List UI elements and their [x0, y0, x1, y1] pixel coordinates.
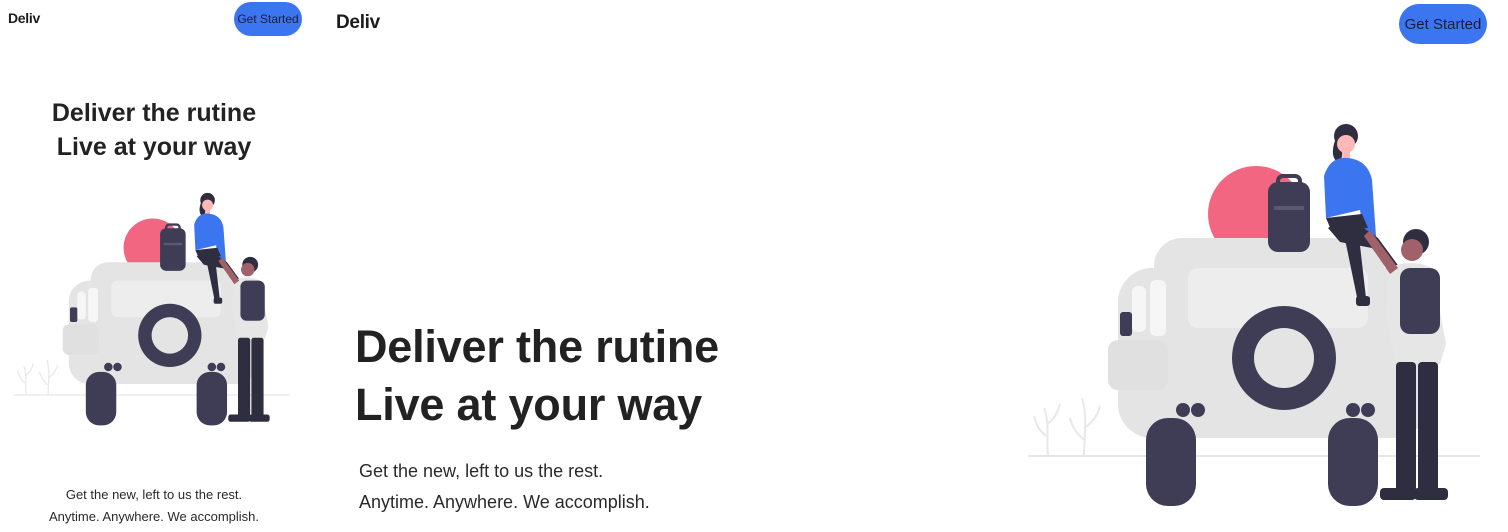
hero-illustration	[12, 180, 294, 442]
subtext-line-1: Get the new, left to us the rest.	[359, 461, 604, 481]
hero-headline: Deliver the rutine Live at your way	[355, 318, 719, 434]
logo[interactable]: Deliv	[8, 10, 40, 26]
headline-line-1: Deliver the rutine	[355, 321, 720, 372]
hero-subtext: Get the new, left to us the rest. Anytim…	[0, 484, 308, 528]
get-started-button[interactable]: Get Started	[234, 2, 302, 36]
logo[interactable]: Deliv	[336, 12, 380, 34]
subtext-line-1: Get the new, left to us the rest.	[65, 487, 243, 502]
desktop-view: Deliv Get Started Deliver the rutine Liv…	[320, 0, 1508, 532]
mobile-view: Deliv Get Started Deliver the rutine Liv…	[0, 0, 308, 532]
hero-illustration	[1026, 118, 1488, 518]
get-started-button[interactable]: Get Started	[1399, 4, 1487, 44]
hero-headline: Deliver the rutine Live at your way	[0, 96, 308, 164]
headline-line-2: Live at your way	[56, 133, 252, 161]
headline-line-1: Deliver the rutine	[51, 99, 257, 127]
people-on-jeep-illustration	[1026, 122, 1482, 508]
people-on-jeep-illustration	[12, 191, 291, 427]
hero-subtext: Get the new, left to us the rest. Anytim…	[359, 456, 650, 518]
subtext-line-2: Anytime. Anywhere. We accomplish.	[359, 492, 650, 512]
headline-line-2: Live at your way	[355, 379, 702, 430]
subtext-line-2: Anytime. Anywhere. We accomplish.	[48, 509, 259, 524]
